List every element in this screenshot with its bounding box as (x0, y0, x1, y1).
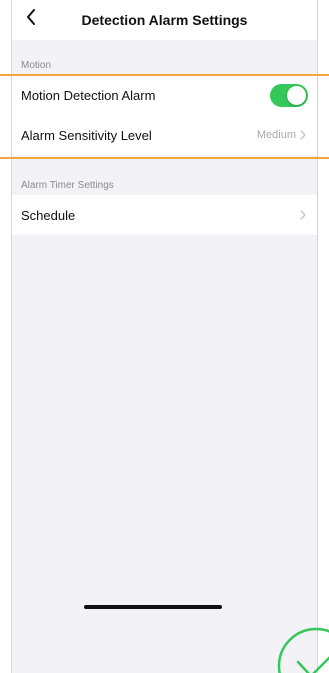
schedule-row[interactable]: Schedule (12, 195, 317, 235)
motion-detection-alarm-row[interactable]: Motion Detection Alarm (12, 75, 317, 115)
sensitivity-value: Medium (256, 129, 296, 141)
settings-screen: Detection Alarm Settings Motion Motion D… (11, 0, 318, 673)
toggle-knob (287, 85, 306, 105)
chevron-right-icon (300, 129, 308, 141)
app-frame: Detection Alarm Settings Motion Motion D… (0, 0, 329, 673)
chevron-right-icon (300, 209, 308, 221)
row-label: Schedule (21, 207, 76, 223)
highlight-bottom-line (0, 157, 329, 159)
section-header-alarm-timer: Alarm Timer Settings (21, 180, 114, 191)
row-label: Alarm Sensitivity Level (21, 127, 152, 143)
alarm-sensitivity-row[interactable]: Alarm Sensitivity Level Medium (12, 115, 317, 155)
section-header-motion: Motion (21, 60, 52, 71)
home-indicator (84, 605, 222, 609)
motion-settings-group: Motion Detection Alarm Alarm Sensitivity… (12, 75, 317, 155)
motion-detection-toggle[interactable] (270, 83, 308, 107)
timer-settings-group: Schedule (12, 195, 317, 235)
page-title: Detection Alarm Settings (81, 12, 248, 28)
check-circle-icon (276, 626, 329, 673)
row-label: Motion Detection Alarm (21, 87, 156, 103)
highlight-top-line (0, 74, 329, 76)
navigation-bar: Detection Alarm Settings (12, 0, 317, 40)
